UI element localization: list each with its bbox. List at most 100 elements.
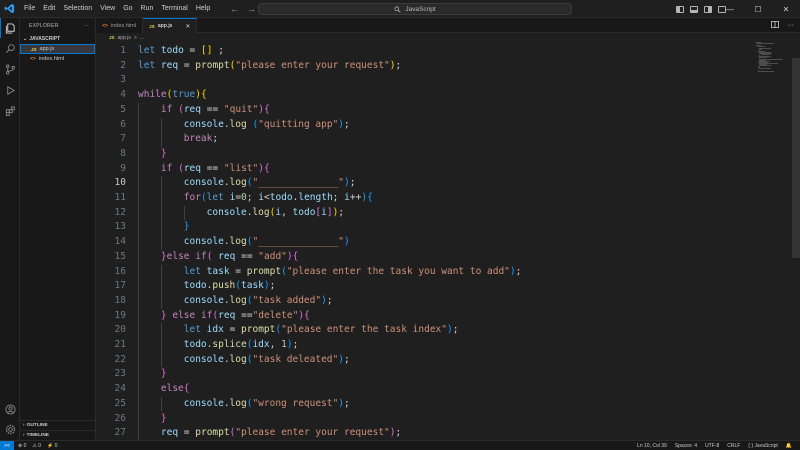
indent-guide — [160, 352, 162, 368]
status-bar: >< ⊗ 0 ⚠ 0 ⚡ 0 Ln 10, Col 39 Spaces: 4 U… — [0, 440, 800, 450]
line-number: 6 — [120, 118, 126, 130]
breadcrumb-file[interactable]: app.js — [118, 35, 131, 41]
indent-guide — [138, 426, 139, 441]
errors-count[interactable]: ⊗ 0 — [18, 443, 26, 449]
code-editor[interactable]: 1 2 3 4 5 6 7 8 9 10 11 12 13 14 15 16 17 18 19 20 21 22 23 24 2… — [96, 42, 800, 441]
menu-run[interactable]: Run — [137, 0, 158, 18]
code-line: console.log("task deleated"); — [183, 353, 350, 365]
code-line: let idx = prompt("please enter the task … — [183, 324, 459, 336]
explorer-icon[interactable] — [0, 18, 20, 38]
indent-guide — [138, 235, 139, 250]
menu-edit[interactable]: Edit — [39, 0, 59, 18]
indent-guide — [138, 249, 139, 265]
indent-guide — [138, 352, 139, 368]
code-line: todo.splice(idx, 1); — [183, 339, 299, 350]
notifications-bell-icon[interactable]: 🔔 — [786, 443, 792, 449]
html-file-icon: <> — [30, 56, 37, 62]
editor-group: <> index.html JS app.js ✕ ··· JS app.js … — [96, 18, 800, 441]
indent-guide — [138, 191, 139, 206]
minimap[interactable] — [756, 42, 786, 72]
line-number: 14 — [114, 236, 126, 248]
more-actions-icon[interactable]: ··· — [83, 23, 89, 29]
toggle-primary-sidebar-icon[interactable] — [676, 5, 684, 13]
breadcrumb: JS app.js > ... — [96, 33, 800, 42]
timeline-section[interactable]: › TIMELINE — [20, 430, 96, 440]
tab-bar: <> index.html JS app.js ✕ ··· — [96, 18, 800, 33]
settings-gear-icon[interactable] — [0, 419, 20, 439]
breadcrumb-more[interactable]: ... — [140, 35, 144, 41]
source-control-icon[interactable] — [0, 59, 20, 79]
encoding[interactable]: UTF-8 — [705, 443, 719, 449]
code-line: console.log("______________"); — [183, 177, 356, 189]
forward-arrow-icon[interactable]: → — [247, 4, 256, 14]
line-number: 20 — [114, 324, 126, 336]
code-line: todo.push(task); — [183, 280, 276, 292]
toggle-panel-icon[interactable] — [690, 5, 698, 13]
menu-terminal[interactable]: Terminal — [157, 0, 191, 18]
file-app-js[interactable]: JS app.js — [20, 44, 95, 54]
more-actions-icon[interactable]: ··· — [787, 22, 794, 29]
code-line: } — [183, 221, 190, 233]
line-number: 1 — [120, 45, 126, 56]
code-line: req = prompt("please enter your request"… — [160, 427, 402, 439]
chevron-right-icon: › — [23, 423, 25, 428]
language-mode[interactable]: { } JavaScript — [748, 443, 777, 449]
line-number: 11 — [114, 192, 126, 203]
minimize-button[interactable]: — — [716, 0, 744, 18]
outline-section[interactable]: › OUTLINE — [20, 420, 96, 430]
tab-index-html[interactable]: <> index.html — [96, 18, 144, 33]
extensions-icon[interactable] — [0, 101, 20, 121]
line-number: 21 — [114, 339, 126, 350]
command-center-text: JavaScript — [405, 5, 436, 13]
indent-guide — [138, 117, 139, 133]
toggle-secondary-sidebar-icon[interactable] — [704, 5, 712, 13]
code-line: while(true){ — [138, 89, 207, 101]
code-line: let task = prompt("please enter the task… — [183, 265, 522, 277]
code-line: else{ — [160, 383, 190, 395]
menu-selection[interactable]: Selection — [59, 0, 96, 18]
indent-guide — [138, 161, 139, 177]
line-number: 19 — [114, 309, 126, 321]
indent-guide — [138, 176, 139, 191]
minimap-line — [756, 43, 775, 45]
maximize-button[interactable]: ☐ — [744, 0, 772, 18]
command-center-search[interactable]: JavaScript — [258, 3, 572, 15]
file-index-html[interactable]: <> index.html — [20, 54, 95, 64]
menu-help[interactable]: Help — [192, 0, 214, 18]
line-number: 13 — [114, 221, 126, 233]
back-arrow-icon[interactable]: ← — [230, 4, 239, 14]
line-number: 23 — [114, 368, 126, 380]
ports-count[interactable]: ⚡ 0 — [47, 443, 57, 449]
navigation-arrows: ← → — [230, 0, 256, 18]
accounts-icon[interactable] — [0, 399, 20, 419]
search-view-icon[interactable] — [0, 38, 20, 58]
vertical-scrollbar[interactable] — [792, 58, 800, 258]
line-number: 18 — [114, 294, 126, 306]
code-line: console.log(i, todo[i]); — [206, 206, 345, 218]
indent-guide — [160, 220, 162, 236]
remote-indicator[interactable]: >< — [0, 440, 14, 450]
line-number: 15 — [114, 250, 126, 262]
folder-javascript[interactable]: ⌄ JAVASCRIPT — [20, 34, 95, 44]
warnings-count[interactable]: ⚠ 0 — [32, 443, 41, 449]
run-debug-icon[interactable] — [0, 80, 20, 100]
tab-app-js[interactable]: JS app.js ✕ — [143, 18, 198, 33]
menu-go[interactable]: Go — [119, 0, 136, 18]
close-window-button[interactable]: ✕ — [772, 0, 800, 18]
indent-guide — [138, 279, 139, 294]
close-tab-icon[interactable]: ✕ — [185, 23, 190, 30]
minimap-line — [759, 68, 771, 70]
code-line: } else if(req =="delete"){ — [160, 309, 310, 321]
breadcrumb-separator: > — [133, 34, 137, 41]
menu-file[interactable]: File — [20, 0, 39, 18]
folder-label: JAVASCRIPT — [29, 36, 61, 42]
cursor-position[interactable]: Ln 10, Col 39 — [637, 443, 667, 449]
indent-guide — [138, 205, 139, 221]
indentation[interactable]: Spaces: 4 — [675, 443, 697, 449]
tab-label: app.js — [157, 23, 173, 29]
indent-guide — [160, 205, 162, 221]
menu-view[interactable]: View — [96, 0, 119, 18]
split-editor-icon[interactable] — [771, 21, 779, 30]
code-line: let todo = [] ; — [138, 45, 224, 56]
end-of-line[interactable]: CRLF — [727, 443, 740, 449]
